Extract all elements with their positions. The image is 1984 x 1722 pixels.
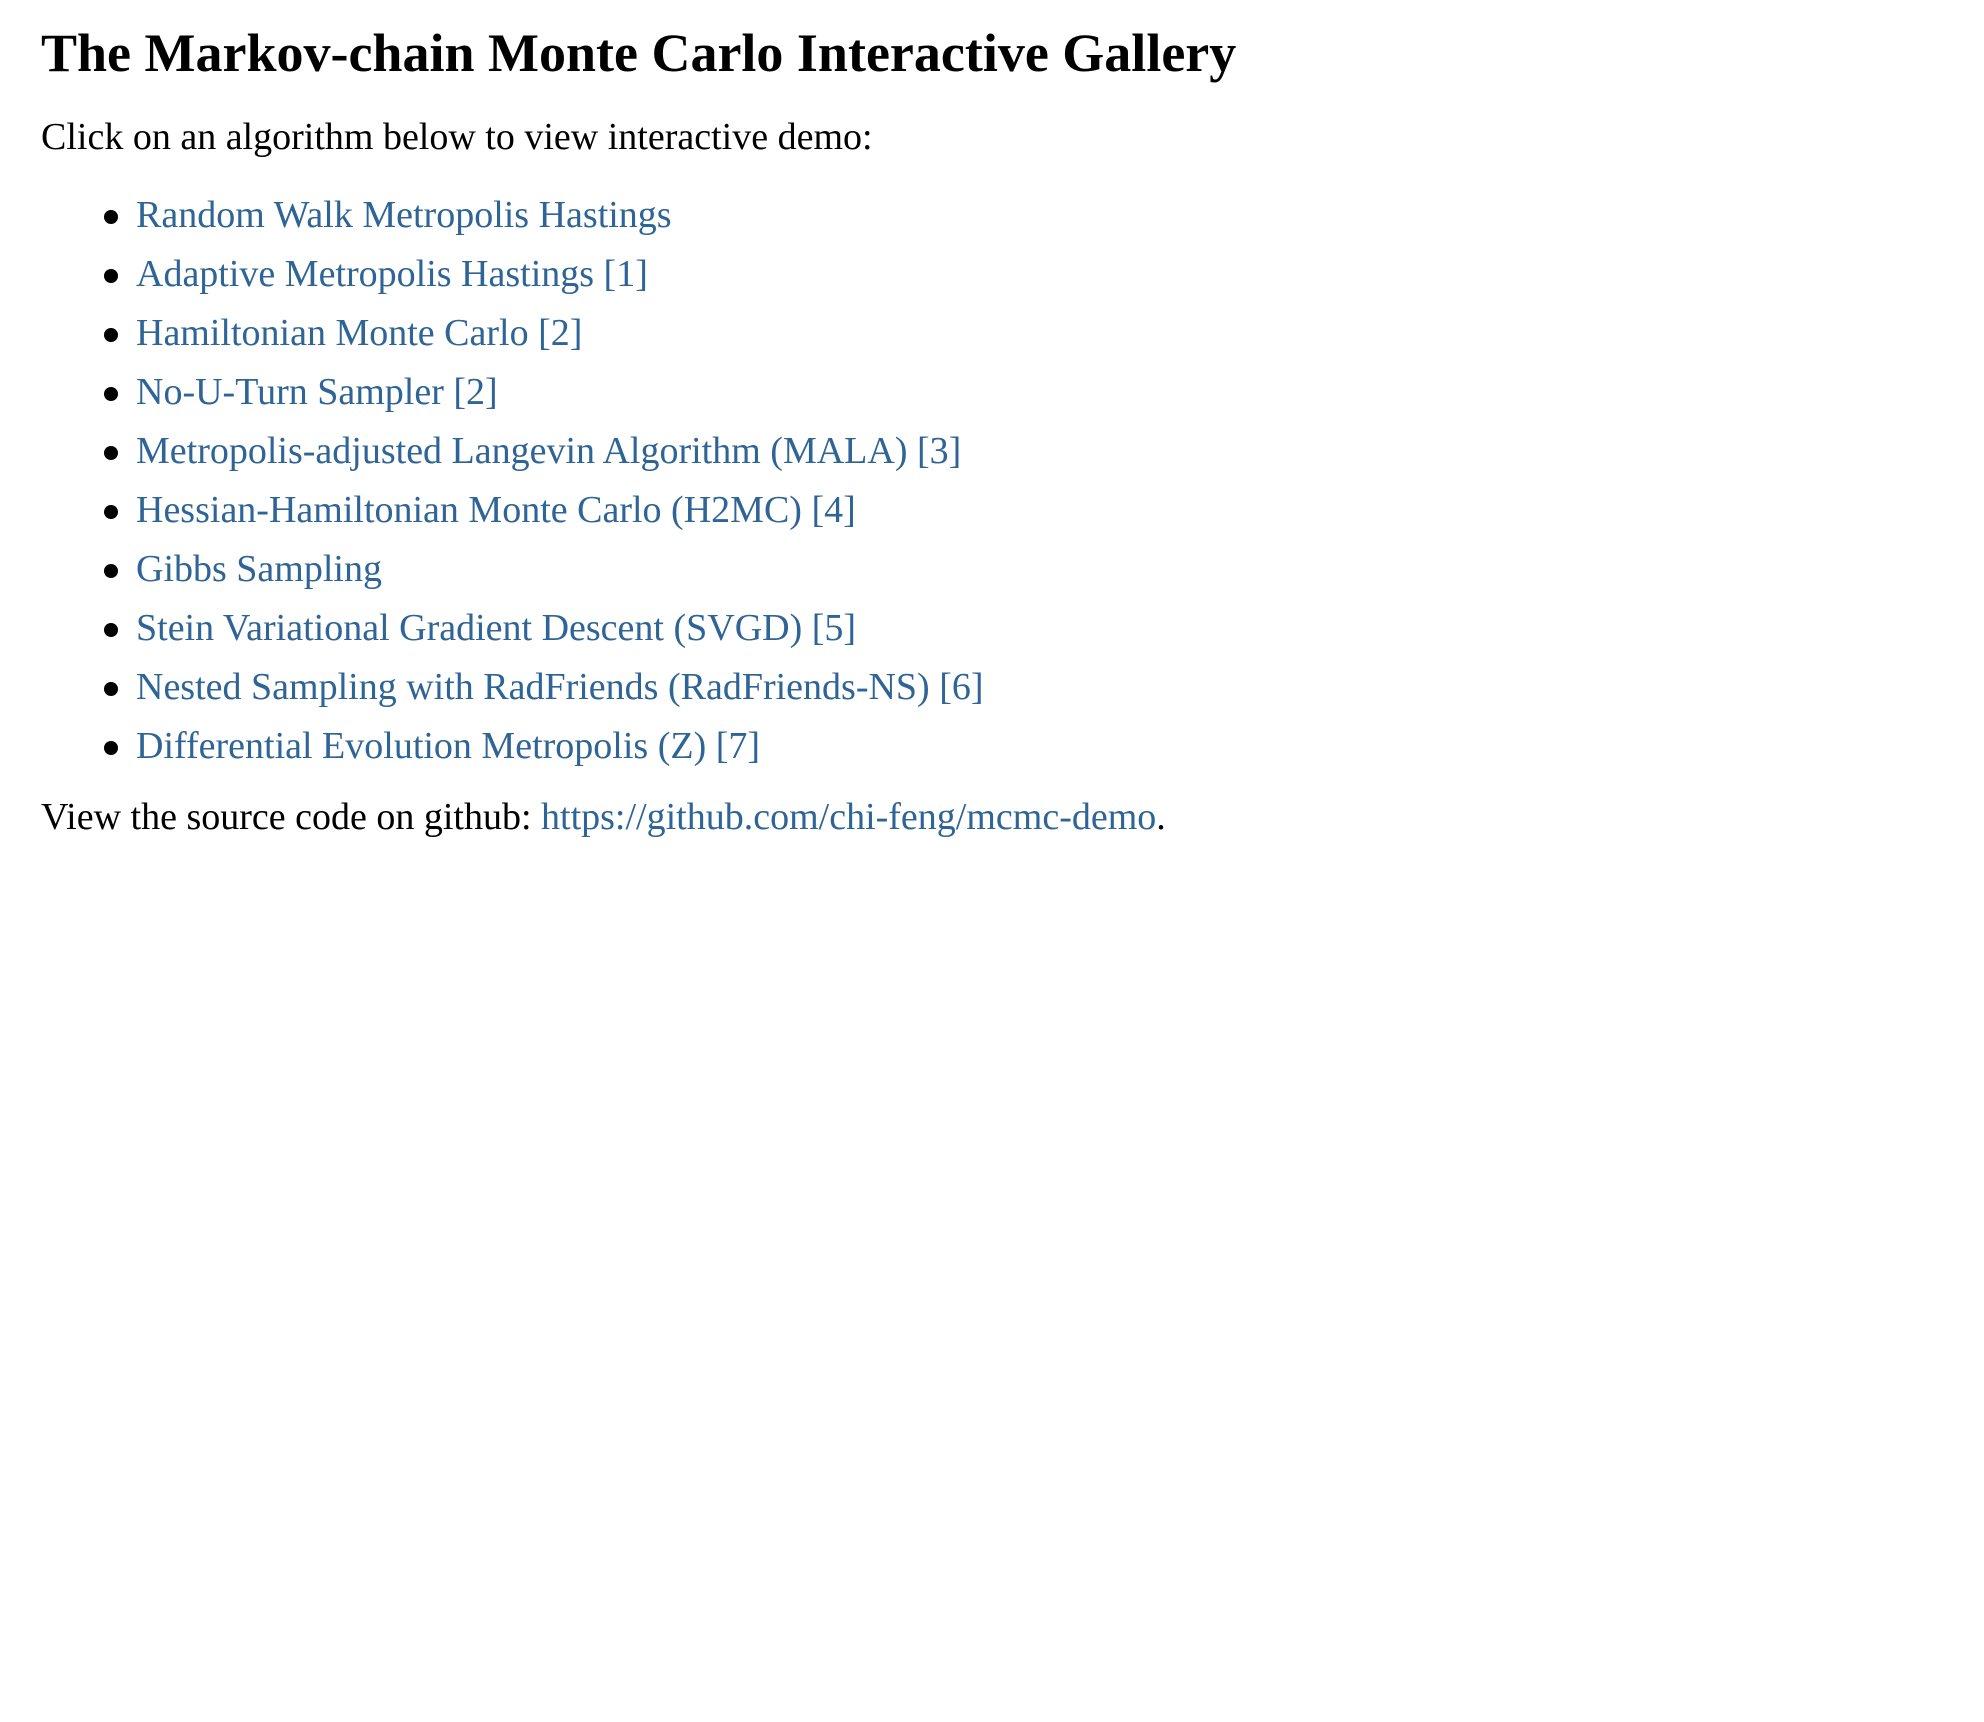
list-item: No-U-Turn Sampler [2] bbox=[104, 371, 1984, 430]
algorithm-link-hamiltonian-monte-carlo[interactable]: Hamiltonian Monte Carlo [2] bbox=[136, 312, 582, 354]
algorithm-link-adaptive-metropolis-hastings[interactable]: Adaptive Metropolis Hastings [1] bbox=[136, 253, 648, 295]
source-code-line: View the source code on github: https://… bbox=[41, 796, 1984, 840]
bullet-icon bbox=[104, 386, 118, 401]
list-item: Stein Variational Gradient Descent (SVGD… bbox=[104, 607, 1984, 666]
list-item: Gibbs Sampling bbox=[104, 548, 1984, 607]
source-prefix-text: View the source code on github: bbox=[41, 795, 542, 838]
page-content: The Markov-chain Monte Carlo Interactive… bbox=[41, 0, 1984, 839]
list-item: Hamiltonian Monte Carlo [2] bbox=[104, 312, 1984, 371]
bullet-icon bbox=[104, 209, 118, 224]
github-link[interactable]: https://github.com/chi-feng/mcmc-demo bbox=[541, 796, 1156, 838]
algorithm-link-gibbs-sampling[interactable]: Gibbs Sampling bbox=[136, 548, 382, 590]
list-item: Random Walk Metropolis Hastings bbox=[104, 194, 1984, 253]
algorithm-link-svgd[interactable]: Stein Variational Gradient Descent (SVGD… bbox=[136, 607, 856, 649]
algorithm-link-radfriends-ns[interactable]: Nested Sampling with RadFriends (RadFrie… bbox=[136, 666, 984, 708]
bullet-icon bbox=[104, 445, 118, 460]
algorithm-link-differential-evolution-metropolis[interactable]: Differential Evolution Metropolis (Z) [7… bbox=[136, 725, 760, 767]
bullet-icon bbox=[104, 622, 118, 637]
algorithm-link-random-walk-metropolis-hastings[interactable]: Random Walk Metropolis Hastings bbox=[136, 194, 672, 236]
intro-text: Click on an algorithm below to view inte… bbox=[41, 116, 873, 159]
page-title: The Markov-chain Monte Carlo Interactive… bbox=[41, 23, 1237, 83]
source-suffix-text: . bbox=[1156, 795, 1166, 838]
bullet-icon bbox=[104, 504, 118, 519]
bullet-icon bbox=[104, 563, 118, 578]
bullet-icon bbox=[104, 327, 118, 342]
list-item: Hessian-Hamiltonian Monte Carlo (H2MC) [… bbox=[104, 489, 1984, 548]
bullet-icon bbox=[104, 740, 118, 755]
algorithm-link-no-u-turn-sampler[interactable]: No-U-Turn Sampler [2] bbox=[136, 371, 498, 413]
list-item: Differential Evolution Metropolis (Z) [7… bbox=[104, 725, 1984, 784]
list-item: Nested Sampling with RadFriends (RadFrie… bbox=[104, 666, 1984, 725]
algorithm-list: Random Walk Metropolis Hastings Adaptive… bbox=[41, 194, 1984, 784]
algorithm-link-h2mc[interactable]: Hessian-Hamiltonian Monte Carlo (H2MC) [… bbox=[136, 489, 856, 531]
algorithm-link-mala[interactable]: Metropolis-adjusted Langevin Algorithm (… bbox=[136, 430, 961, 472]
bullet-icon bbox=[104, 681, 118, 696]
list-item: Metropolis-adjusted Langevin Algorithm (… bbox=[104, 430, 1984, 489]
bullet-icon bbox=[104, 268, 118, 283]
list-item: Adaptive Metropolis Hastings [1] bbox=[104, 253, 1984, 312]
